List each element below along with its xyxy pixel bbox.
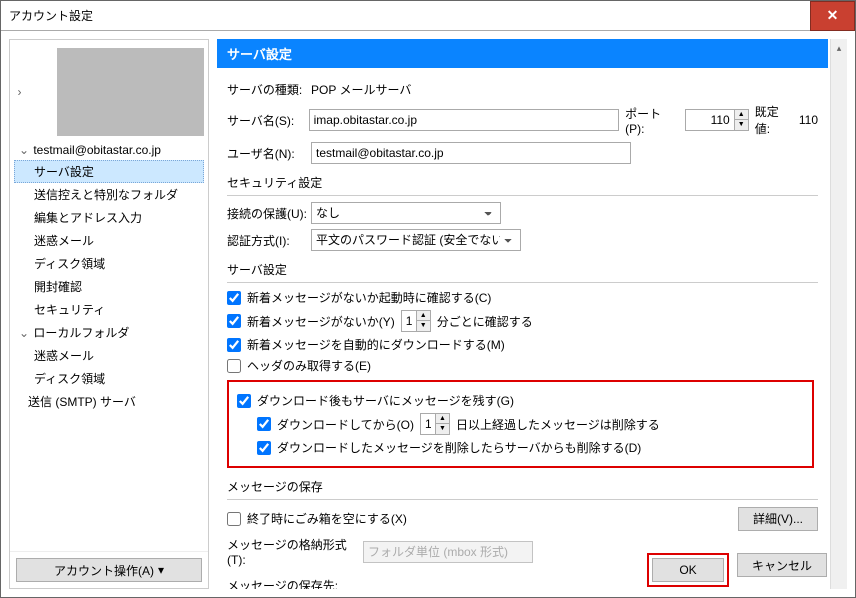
account-actions-button[interactable]: アカウント操作(A) ▾ [16, 558, 202, 582]
interval-input[interactable] [402, 311, 416, 331]
port-default-value: 110 [799, 113, 818, 127]
leave-on-server-checkbox[interactable]: ダウンロード後もサーバにメッセージを残す(G) [237, 392, 804, 409]
tree-smtp[interactable]: 送信 (SMTP) サーバ [14, 390, 204, 413]
account-tree: › ⌄ testmail@obitastar.co.jp サーバ設定 送信控えと… [10, 40, 208, 551]
advanced-button[interactable]: 詳細(V)... [738, 507, 818, 531]
server-settings-title: サーバ設定 [227, 261, 818, 278]
spin-up-icon[interactable]: ▲ [734, 110, 748, 120]
spin-up-icon[interactable]: ▲ [435, 414, 449, 424]
twisty-open-icon[interactable]: ⌄ [18, 143, 30, 157]
auto-download-checkbox[interactable]: 新着メッセージを自動的にダウンロードする(M) [227, 336, 818, 353]
tree-account[interactable]: ⌄ testmail@obitastar.co.jp [14, 140, 204, 160]
section-header: サーバ設定 [217, 39, 828, 68]
content-pane: サーバ設定 サーバの種類: POP メールサーバ サーバ名(S): ポート(P)… [217, 39, 830, 589]
account-label: testmail@obitastar.co.jp [33, 143, 161, 157]
tree-item-composition[interactable]: 編集とアドレス入力 [14, 206, 204, 229]
server-name-input[interactable] [309, 109, 619, 131]
port-label: ポート(P): [625, 105, 679, 136]
ok-button[interactable]: OK [652, 558, 724, 582]
vertical-scrollbar[interactable]: ▴ [830, 39, 847, 589]
storage-format-label: メッセージの格納形式(T): [227, 536, 357, 567]
connection-security-select[interactable]: なし [311, 202, 501, 224]
auth-method-select[interactable]: 平文のパスワード認証 (安全でない) [311, 229, 521, 251]
connection-security-label: 接続の保護(U): [227, 205, 305, 222]
user-input[interactable] [311, 142, 631, 164]
tree-item-junk[interactable]: 迷惑メール [14, 229, 204, 252]
sidebar: › ⌄ testmail@obitastar.co.jp サーバ設定 送信控えと… [9, 39, 209, 589]
interval-spinner[interactable]: ▲▼ [401, 310, 431, 332]
user-label: ユーザ名(N): [227, 145, 305, 162]
ok-highlight: OK [647, 553, 729, 587]
chevron-down-icon: ▾ [158, 563, 164, 577]
tree-item-local-disk[interactable]: ディスク領域 [14, 367, 204, 390]
server-name-label: サーバ名(S): [227, 112, 303, 129]
check-startup-checkbox[interactable]: 新着メッセージがないか起動時に確認する(C) [227, 289, 818, 306]
delete-after-days-checkbox[interactable]: ダウンロードしてから(O) ▲▼ 日以上経過したメッセージは削除する [257, 413, 804, 435]
twisty-open-icon[interactable]: ⌄ [18, 326, 30, 340]
scroll-up-icon[interactable]: ▴ [832, 41, 847, 56]
tree-item-disk[interactable]: ディスク領域 [14, 252, 204, 275]
port-input[interactable] [686, 110, 734, 130]
tree-item-server-settings[interactable]: サーバ設定 [14, 160, 204, 183]
titlebar: アカウント設定 ✕ [1, 1, 855, 31]
spin-down-icon[interactable]: ▼ [734, 120, 748, 130]
port-default-label: 既定値: [755, 103, 793, 137]
spin-up-icon[interactable]: ▲ [416, 311, 430, 321]
headers-only-checkbox[interactable]: ヘッダのみ取得する(E) [227, 357, 818, 374]
delete-on-server-checkbox[interactable]: ダウンロードしたメッセージを削除したらサーバからも削除する(D) [257, 439, 804, 456]
port-spinner[interactable]: ▲▼ [685, 109, 749, 131]
tree-local-folders[interactable]: ⌄ ローカルフォルダ [14, 321, 204, 344]
window-title: アカウント設定 [9, 7, 93, 24]
cancel-button[interactable]: キャンセル [737, 553, 827, 577]
tree-item-copies[interactable]: 送信控えと特別なフォルダ [14, 183, 204, 206]
tree-twisty[interactable]: › [14, 85, 25, 99]
spin-down-icon[interactable]: ▼ [416, 321, 430, 331]
leave-on-server-group: ダウンロード後もサーバにメッセージを残す(G) ダウンロードしてから(O) ▲▼… [227, 380, 814, 468]
storage-path-label: メッセージの保存先: [227, 577, 338, 589]
security-title: セキュリティ設定 [227, 174, 818, 191]
days-input[interactable] [421, 414, 435, 434]
server-type-value: POP メールサーバ [311, 81, 411, 98]
local-folders-label: ローカルフォルダ [33, 326, 129, 340]
server-type-label: サーバの種類: [227, 81, 305, 98]
spin-down-icon[interactable]: ▼ [435, 424, 449, 434]
auth-method-label: 認証方式(I): [227, 232, 305, 249]
storage-title: メッセージの保存 [227, 478, 818, 495]
tree-item-local-junk[interactable]: 迷惑メール [14, 344, 204, 367]
tree-item-security[interactable]: セキュリティ [14, 298, 204, 321]
tree-item-receipts[interactable]: 開封確認 [14, 275, 204, 298]
storage-format-select: フォルダ単位 (mbox 形式) [363, 541, 533, 563]
account-thumbnail [57, 48, 204, 136]
days-spinner[interactable]: ▲▼ [420, 413, 450, 435]
account-actions-label: アカウント操作(A) [54, 562, 154, 579]
empty-trash-checkbox[interactable]: 終了時にごみ箱を空にする(X) [227, 510, 732, 527]
check-interval-checkbox[interactable]: 新着メッセージがないか(Y) ▲▼ 分ごとに確認する [227, 310, 818, 332]
close-button[interactable]: ✕ [810, 1, 855, 31]
